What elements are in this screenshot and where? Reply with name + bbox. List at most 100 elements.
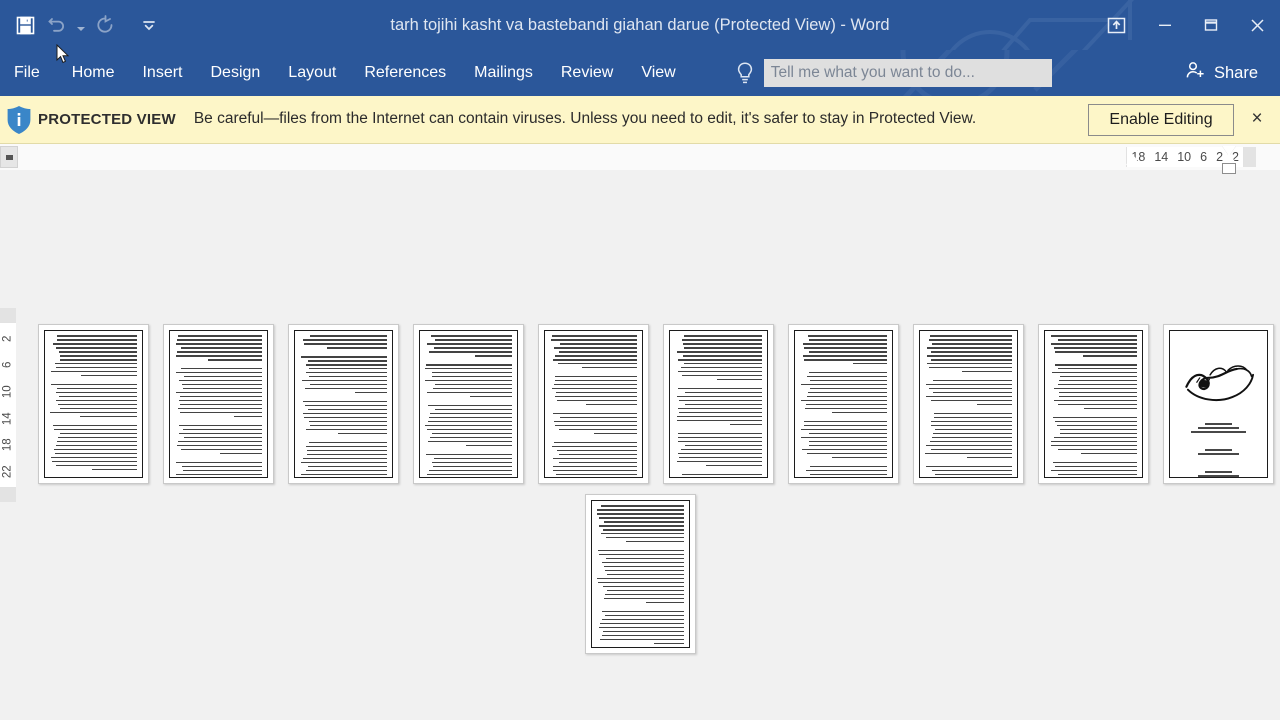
ruler-tick: 14 — [1154, 150, 1169, 164]
text-line — [425, 424, 512, 427]
page-thumbnail[interactable] — [788, 324, 899, 484]
tab-file[interactable]: File — [0, 50, 58, 96]
page-thumbnail[interactable] — [584, 494, 696, 654]
text-line — [597, 508, 684, 511]
redo-icon[interactable] — [90, 10, 120, 40]
page-thumbnail[interactable] — [38, 324, 149, 484]
document-work-area: 18 14 10 6 2 2 2 6 10 14 18 22 — [0, 144, 1280, 720]
text-line — [558, 350, 637, 353]
text-line — [930, 440, 1012, 443]
text-line — [601, 532, 684, 535]
text-line — [428, 416, 512, 419]
page-thumbnail[interactable] — [663, 324, 774, 484]
text-line — [1058, 367, 1137, 370]
restore-icon[interactable] — [1188, 0, 1234, 50]
text-line — [426, 363, 512, 366]
page-thumbnail[interactable] — [538, 324, 649, 484]
undo-dropdown-icon[interactable] — [74, 10, 88, 40]
text-line — [684, 391, 762, 394]
text-line — [800, 428, 887, 431]
share-button[interactable]: Share — [1171, 55, 1272, 91]
page-thumbnail[interactable] — [288, 324, 399, 484]
paragraph — [675, 335, 762, 383]
page-thumbnail[interactable] — [1038, 324, 1149, 484]
text-line — [935, 478, 1012, 479]
text-line — [55, 399, 137, 402]
tab-design[interactable]: Design — [196, 50, 274, 96]
text-line — [434, 457, 512, 460]
text-line — [427, 428, 512, 431]
left-indent-box-marker[interactable] — [1222, 163, 1236, 174]
text-line — [807, 391, 887, 394]
close-protected-view-icon[interactable]: × — [1244, 105, 1270, 131]
enable-editing-button[interactable]: Enable Editing — [1088, 104, 1234, 136]
text-line — [305, 469, 387, 472]
text-line — [678, 358, 762, 361]
text-line — [233, 415, 262, 418]
text-line — [605, 614, 684, 617]
page-thumbnail[interactable] — [413, 324, 524, 484]
text-line — [551, 445, 637, 448]
text-line — [1058, 395, 1137, 398]
page-thumbnail[interactable] — [163, 324, 274, 484]
tab-layout[interactable]: Layout — [274, 50, 350, 96]
tab-stop-selector[interactable] — [0, 146, 18, 168]
text-line — [425, 367, 512, 370]
text-line — [300, 461, 387, 464]
text-line — [601, 634, 684, 637]
horizontal-ruler[interactable]: 18 14 10 6 2 2 — [0, 144, 1280, 174]
text-line — [606, 536, 684, 539]
text-line — [933, 412, 1012, 415]
indent-markers[interactable] — [1216, 144, 1244, 176]
text-line — [805, 469, 887, 472]
save-icon[interactable] — [10, 10, 40, 40]
text-line — [716, 378, 762, 381]
hanging-indent-marker[interactable] — [1222, 153, 1236, 163]
text-line — [307, 408, 387, 411]
paragraph — [675, 387, 762, 428]
tab-review[interactable]: Review — [547, 50, 627, 96]
page-content — [1044, 330, 1143, 478]
text-line — [183, 428, 262, 431]
text-line — [677, 407, 762, 410]
ribbon-display-options-icon[interactable] — [1090, 0, 1142, 50]
page-thumbnail[interactable] — [913, 324, 1024, 484]
text-line — [305, 387, 387, 390]
close-icon[interactable] — [1234, 0, 1280, 50]
first-line-indent-marker[interactable] — [1126, 154, 1140, 165]
text-line — [50, 456, 137, 459]
text-line — [808, 335, 887, 337]
text-line — [59, 395, 137, 398]
text-line — [1050, 469, 1137, 472]
ribbon-tabs-bar: File Home Insert Design Layout Reference… — [0, 50, 1280, 96]
text-line — [55, 464, 137, 467]
page-row-2 — [0, 494, 1280, 654]
text-line — [604, 520, 684, 523]
text-line — [425, 379, 512, 382]
text-line — [302, 457, 387, 460]
page-thumbnail-title-page[interactable] — [1163, 324, 1274, 484]
tab-references[interactable]: References — [350, 50, 460, 96]
title-page-text-block — [1175, 423, 1262, 435]
text-line — [308, 359, 387, 362]
tab-home[interactable]: Home — [58, 50, 129, 96]
undo-icon[interactable] — [42, 10, 72, 40]
minimize-icon[interactable] — [1142, 0, 1188, 50]
tell-me-input[interactable] — [763, 59, 1052, 87]
tab-insert[interactable]: Insert — [128, 50, 196, 96]
text-line — [304, 404, 387, 407]
text-line — [56, 335, 137, 337]
text-line — [550, 338, 637, 341]
text-line — [682, 473, 762, 476]
text-line — [677, 387, 762, 390]
text-line — [472, 478, 512, 479]
text-line — [925, 452, 1012, 455]
text-line — [599, 516, 684, 519]
customize-qat-icon[interactable] — [136, 10, 162, 40]
text-line — [181, 465, 262, 468]
text-line — [56, 338, 137, 341]
text-line — [930, 424, 1012, 427]
tab-mailings[interactable]: Mailings — [460, 50, 547, 96]
tab-view[interactable]: View — [627, 50, 689, 96]
text-line — [326, 346, 387, 349]
